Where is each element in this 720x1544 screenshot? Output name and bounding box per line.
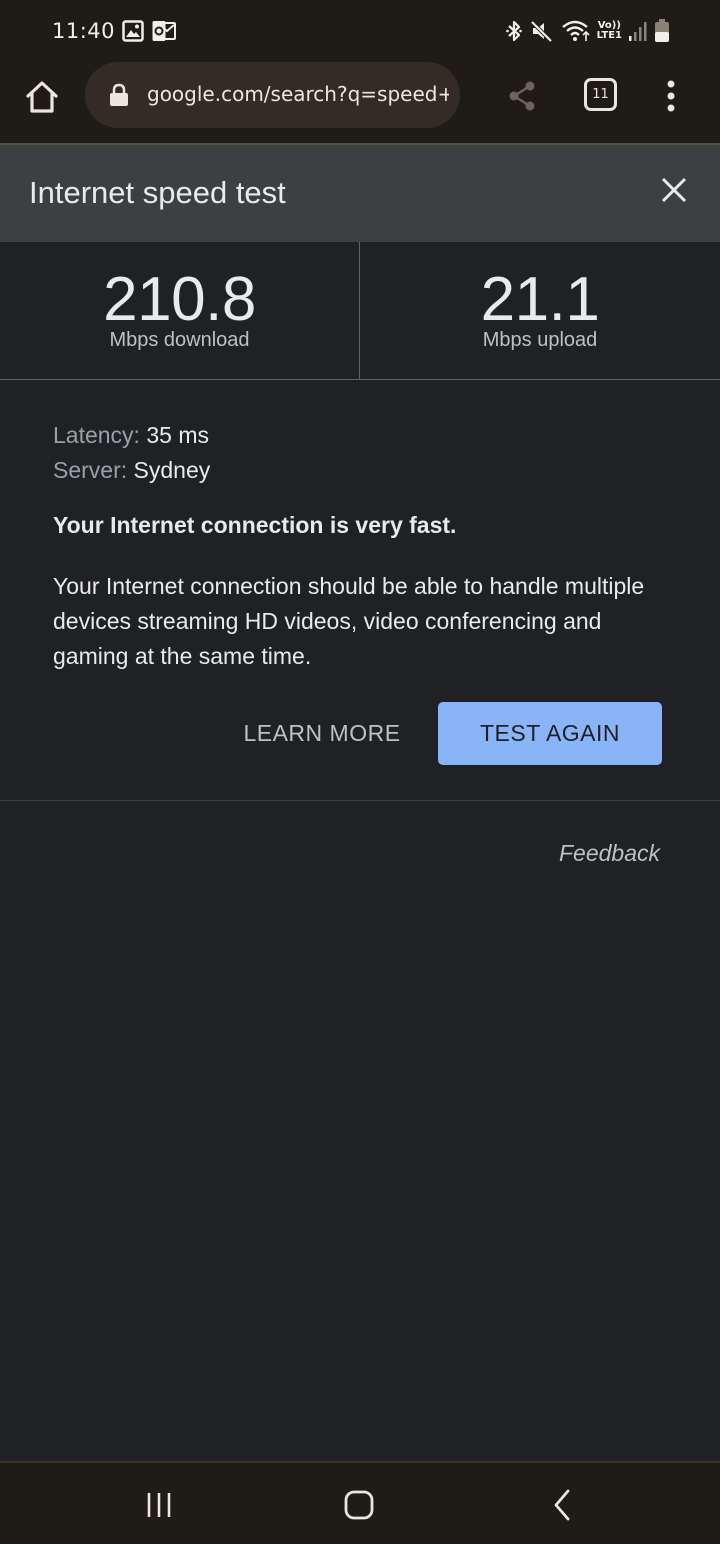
home-icon: [26, 81, 58, 113]
more-vert-icon: [667, 80, 675, 112]
feedback-link[interactable]: Feedback: [559, 840, 660, 867]
upload-result: 21.1 Mbps upload: [360, 242, 720, 379]
status-right-icons: Vo)) LTE1: [505, 18, 670, 44]
status-left-icons: [122, 20, 176, 42]
lte-label: LTE1: [596, 30, 622, 41]
more-options-button[interactable]: [656, 76, 686, 116]
wifi-icon: [561, 20, 590, 41]
test-details: Latency: 35 ms Server: Sydney: [53, 418, 673, 488]
speed-test-header: Internet speed test: [0, 145, 720, 242]
learn-more-button[interactable]: LEARN MORE: [238, 704, 406, 762]
close-icon: [661, 177, 687, 203]
back-nav-button[interactable]: [540, 1483, 584, 1527]
server-value: Sydney: [133, 457, 211, 483]
back-icon: [554, 1489, 570, 1521]
speed-results: 210.8 Mbps download 21.1 Mbps upload: [0, 242, 720, 380]
lock-icon: [110, 83, 128, 106]
recent-apps-icon: [147, 1493, 171, 1517]
server-label: Server:: [53, 457, 128, 483]
latency-label: Latency:: [53, 422, 140, 448]
upload-value: 21.1: [480, 265, 600, 334]
speed-description: Your Internet connection should be able …: [53, 573, 645, 669]
recent-apps-button[interactable]: [137, 1483, 181, 1527]
download-value: 210.8: [103, 265, 256, 334]
share-icon: [509, 81, 535, 111]
status-bar: 11:40 Vo)) LTE1: [0, 0, 720, 62]
speed-verdict: Your Internet connection is very fast.: [53, 512, 457, 538]
close-button[interactable]: [654, 170, 694, 210]
share-button[interactable]: [502, 76, 542, 116]
home-nav-button[interactable]: [337, 1483, 381, 1527]
test-again-button[interactable]: TEST AGAIN: [438, 702, 662, 765]
download-result: 210.8 Mbps download: [0, 242, 360, 379]
image-icon: [122, 20, 144, 42]
signal-icon: [629, 22, 647, 41]
status-time: 11:40: [52, 19, 116, 43]
url-text: google.com/search?q=speed+te: [147, 82, 449, 106]
latency-value: 35 ms: [146, 422, 209, 448]
upload-unit: Mbps upload: [482, 329, 598, 351]
volte-lte-icon: Vo)) LTE1: [597, 21, 622, 41]
address-bar[interactable]: google.com/search?q=speed+te: [85, 62, 460, 128]
home-nav-icon: [344, 1490, 374, 1520]
download-unit: Mbps download: [109, 329, 250, 351]
browser-toolbar: google.com/search?q=speed+te 11: [0, 62, 720, 144]
outlook-icon: [152, 21, 176, 41]
tab-switcher-button[interactable]: 11: [584, 78, 617, 111]
feedback-divider: [0, 800, 720, 801]
page-title: Internet speed test: [29, 175, 286, 210]
home-button[interactable]: [20, 75, 64, 119]
bluetooth-icon: [505, 20, 522, 42]
system-nav-bar: [0, 1461, 720, 1544]
battery-icon: [655, 19, 669, 42]
mute-icon: [530, 20, 553, 43]
latency-line: Latency: 35 ms: [53, 418, 673, 453]
tab-count: 11: [592, 87, 609, 102]
server-line: Server: Sydney: [53, 453, 673, 488]
